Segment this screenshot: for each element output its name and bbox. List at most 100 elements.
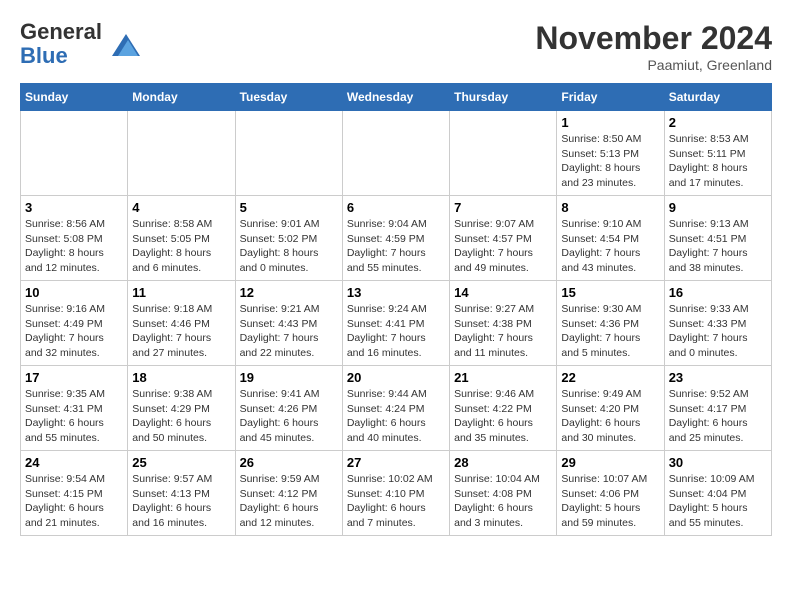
calendar-cell: 5 Sunrise: 9:01 AM Sunset: 5:02 PM Daylig… <box>235 196 342 281</box>
calendar-cell: 7Sunrise: 9:07 AM Sunset: 4:57 PM Daylig… <box>450 196 557 281</box>
calendar-cell: 3Sunrise: 8:56 AM Sunset: 5:08 PM Daylig… <box>21 196 128 281</box>
logo-general: General <box>20 19 102 44</box>
logo-icon <box>106 26 142 62</box>
day-info: Sunrise: 9:35 AM Sunset: 4:31 PM Dayligh… <box>25 387 123 446</box>
day-info: Sunrise: 8:58 AM Sunset: 5:05 PM Dayligh… <box>132 217 230 276</box>
day-info: Sunrise: 9:18 AM Sunset: 4:46 PM Dayligh… <box>132 302 230 361</box>
location: Paamiut, Greenland <box>535 57 772 73</box>
day-number: 4 <box>132 200 230 215</box>
day-info: Sunrise: 9:33 AM Sunset: 4:33 PM Dayligh… <box>669 302 767 361</box>
day-number: 17 <box>25 370 123 385</box>
day-info: Sunrise: 10:09 AM Sunset: 4:04 PM Daylig… <box>669 472 767 531</box>
day-info: Sunrise: 9:52 AM Sunset: 4:17 PM Dayligh… <box>669 387 767 446</box>
calendar-cell: 24 Sunrise: 9:54 AM Sunset: 4:15 PM Dayli… <box>21 451 128 536</box>
day-number: 5 <box>240 200 338 215</box>
calendar-cell: 14 Sunrise: 9:27 AM Sunset: 4:38 PM Dayli… <box>450 281 557 366</box>
day-number: 28 <box>454 455 552 470</box>
weekday-header: Tuesday <box>235 84 342 111</box>
month-title: November 2024 <box>535 20 772 57</box>
day-info: Sunrise: 9:49 AM Sunset: 4:20 PM Dayligh… <box>561 387 659 446</box>
calendar-cell <box>342 111 449 196</box>
day-number: 30 <box>669 455 767 470</box>
calendar-cell: 8 Sunrise: 9:10 AM Sunset: 4:54 PM Daylig… <box>557 196 664 281</box>
calendar-cell: 2 Sunrise: 8:53 AM Sunset: 5:11 PM Daylig… <box>664 111 771 196</box>
day-number: 14 <box>454 285 552 300</box>
calendar-cell: 17 Sunrise: 9:35 AM Sunset: 4:31 PM Dayli… <box>21 366 128 451</box>
day-number: 15 <box>561 285 659 300</box>
logo-blue: Blue <box>20 43 68 68</box>
calendar-cell: 27Sunrise: 10:02 AM Sunset: 4:10 PM Dayl… <box>342 451 449 536</box>
calendar-week-row: 1 Sunrise: 8:50 AM Sunset: 5:13 PM Daylig… <box>21 111 772 196</box>
day-info: Sunrise: 9:27 AM Sunset: 4:38 PM Dayligh… <box>454 302 552 361</box>
calendar-cell: 26 Sunrise: 9:59 AM Sunset: 4:12 PM Dayli… <box>235 451 342 536</box>
day-info: Sunrise: 9:41 AM Sunset: 4:26 PM Dayligh… <box>240 387 338 446</box>
day-number: 27 <box>347 455 445 470</box>
day-info: Sunrise: 9:01 AM Sunset: 5:02 PM Dayligh… <box>240 217 338 276</box>
calendar-cell: 9 Sunrise: 9:13 AM Sunset: 4:51 PM Daylig… <box>664 196 771 281</box>
weekday-header: Monday <box>128 84 235 111</box>
day-number: 24 <box>25 455 123 470</box>
calendar-cell: 15 Sunrise: 9:30 AM Sunset: 4:36 PM Dayli… <box>557 281 664 366</box>
day-number: 11 <box>132 285 230 300</box>
day-info: Sunrise: 9:13 AM Sunset: 4:51 PM Dayligh… <box>669 217 767 276</box>
day-info: Sunrise: 9:07 AM Sunset: 4:57 PM Dayligh… <box>454 217 552 276</box>
day-info: Sunrise: 9:21 AM Sunset: 4:43 PM Dayligh… <box>240 302 338 361</box>
day-number: 21 <box>454 370 552 385</box>
calendar-cell: 16 Sunrise: 9:33 AM Sunset: 4:33 PM Dayli… <box>664 281 771 366</box>
calendar-cell: 18 Sunrise: 9:38 AM Sunset: 4:29 PM Dayli… <box>128 366 235 451</box>
calendar-cell: 20 Sunrise: 9:44 AM Sunset: 4:24 PM Dayli… <box>342 366 449 451</box>
day-number: 2 <box>669 115 767 130</box>
calendar-cell: 10Sunrise: 9:16 AM Sunset: 4:49 PM Dayli… <box>21 281 128 366</box>
calendar-cell: 13 Sunrise: 9:24 AM Sunset: 4:41 PM Dayli… <box>342 281 449 366</box>
day-info: Sunrise: 9:24 AM Sunset: 4:41 PM Dayligh… <box>347 302 445 361</box>
day-info: Sunrise: 9:30 AM Sunset: 4:36 PM Dayligh… <box>561 302 659 361</box>
calendar-cell: 25Sunrise: 9:57 AM Sunset: 4:13 PM Dayli… <box>128 451 235 536</box>
day-info: Sunrise: 9:46 AM Sunset: 4:22 PM Dayligh… <box>454 387 552 446</box>
calendar-cell <box>128 111 235 196</box>
day-info: Sunrise: 8:50 AM Sunset: 5:13 PM Dayligh… <box>561 132 659 191</box>
calendar-week-row: 10Sunrise: 9:16 AM Sunset: 4:49 PM Dayli… <box>21 281 772 366</box>
calendar-cell: 6Sunrise: 9:04 AM Sunset: 4:59 PM Daylig… <box>342 196 449 281</box>
day-number: 10 <box>25 285 123 300</box>
calendar-cell: 11 Sunrise: 9:18 AM Sunset: 4:46 PM Dayli… <box>128 281 235 366</box>
calendar-cell: 30 Sunrise: 10:09 AM Sunset: 4:04 PM Dayl… <box>664 451 771 536</box>
calendar-week-row: 3Sunrise: 8:56 AM Sunset: 5:08 PM Daylig… <box>21 196 772 281</box>
day-number: 12 <box>240 285 338 300</box>
weekday-header: Thursday <box>450 84 557 111</box>
day-info: Sunrise: 9:44 AM Sunset: 4:24 PM Dayligh… <box>347 387 445 446</box>
day-number: 22 <box>561 370 659 385</box>
day-info: Sunrise: 9:59 AM Sunset: 4:12 PM Dayligh… <box>240 472 338 531</box>
day-number: 8 <box>561 200 659 215</box>
weekday-header: Wednesday <box>342 84 449 111</box>
day-number: 9 <box>669 200 767 215</box>
day-number: 1 <box>561 115 659 130</box>
day-number: 13 <box>347 285 445 300</box>
day-number: 18 <box>132 370 230 385</box>
calendar-cell: 21 Sunrise: 9:46 AM Sunset: 4:22 PM Dayli… <box>450 366 557 451</box>
calendar-cell: 19 Sunrise: 9:41 AM Sunset: 4:26 PM Dayli… <box>235 366 342 451</box>
logo: General Blue <box>20 20 142 68</box>
weekday-header: Friday <box>557 84 664 111</box>
calendar-header-row: SundayMondayTuesdayWednesdayThursdayFrid… <box>21 84 772 111</box>
calendar-week-row: 17 Sunrise: 9:35 AM Sunset: 4:31 PM Dayli… <box>21 366 772 451</box>
day-info: Sunrise: 9:54 AM Sunset: 4:15 PM Dayligh… <box>25 472 123 531</box>
day-number: 29 <box>561 455 659 470</box>
day-number: 26 <box>240 455 338 470</box>
calendar-cell: 4 Sunrise: 8:58 AM Sunset: 5:05 PM Daylig… <box>128 196 235 281</box>
day-info: Sunrise: 9:04 AM Sunset: 4:59 PM Dayligh… <box>347 217 445 276</box>
weekday-header: Sunday <box>21 84 128 111</box>
day-info: Sunrise: 8:53 AM Sunset: 5:11 PM Dayligh… <box>669 132 767 191</box>
day-number: 20 <box>347 370 445 385</box>
day-info: Sunrise: 9:38 AM Sunset: 4:29 PM Dayligh… <box>132 387 230 446</box>
title-block: November 2024 Paamiut, Greenland <box>535 20 772 73</box>
page-header: General Blue November 2024 Paamiut, Gree… <box>20 20 772 73</box>
day-number: 19 <box>240 370 338 385</box>
calendar-cell: 28Sunrise: 10:04 AM Sunset: 4:08 PM Dayl… <box>450 451 557 536</box>
calendar-cell <box>450 111 557 196</box>
calendar-cell: 29Sunrise: 10:07 AM Sunset: 4:06 PM Dayl… <box>557 451 664 536</box>
day-number: 23 <box>669 370 767 385</box>
day-info: Sunrise: 9:10 AM Sunset: 4:54 PM Dayligh… <box>561 217 659 276</box>
day-number: 16 <box>669 285 767 300</box>
calendar-table: SundayMondayTuesdayWednesdayThursdayFrid… <box>20 83 772 536</box>
calendar-cell <box>21 111 128 196</box>
